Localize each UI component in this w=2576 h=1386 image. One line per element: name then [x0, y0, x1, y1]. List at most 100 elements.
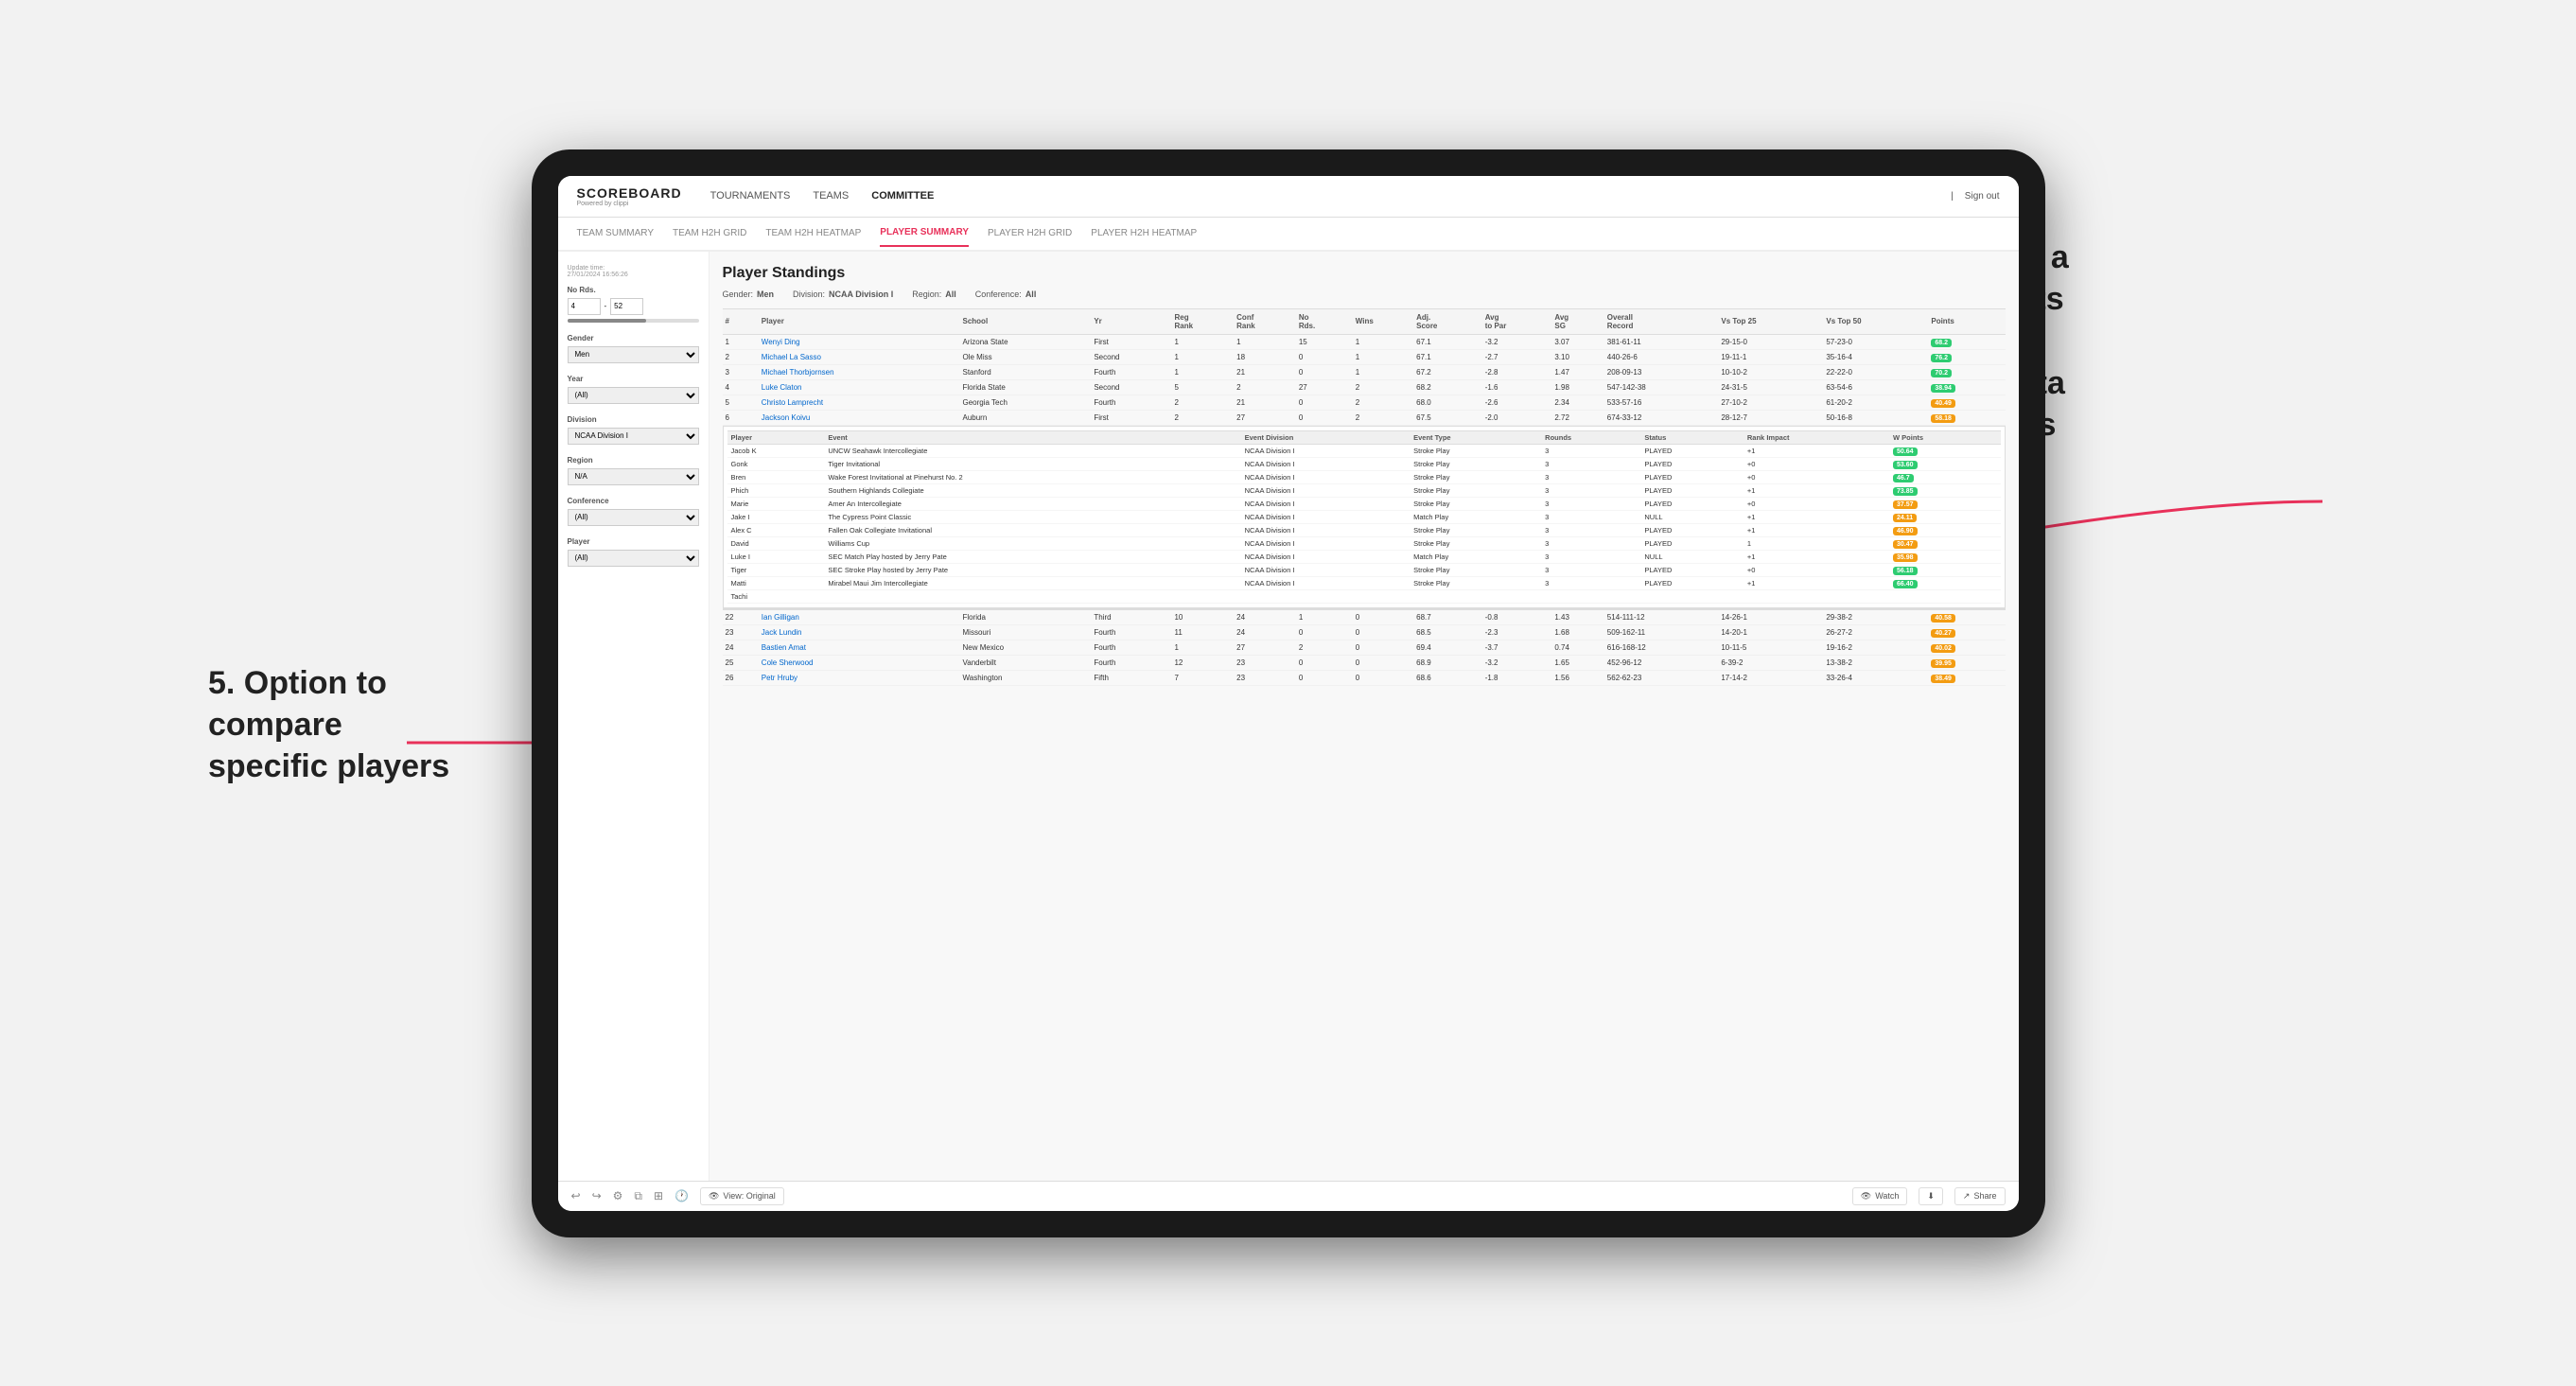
table-row: 24 Bastien Amat New MexicoFourth 12720 6…: [723, 640, 2006, 655]
table-row: 23 Jack Lundin MissouriFourth 112400 68.…: [723, 624, 2006, 640]
share-icon: ↗: [1963, 1191, 1971, 1202]
filter-region-value: All: [945, 289, 956, 299]
filter-group-rds: No Rds. -: [568, 286, 699, 323]
bottom-bar: ↩ ↪ ⚙ ⧉ ⊞ 🕐 👁 View: Original 👁 Watch ⬇: [558, 1181, 2019, 1211]
cell-points-hover[interactable]: 58.18: [1928, 410, 2005, 425]
filter-division-select[interactable]: NCAA Division I: [568, 428, 699, 445]
top-nav: SCOREBOARD Powered by clippi TOURNAMENTS…: [558, 176, 2019, 218]
filter-group-region: Region N/A: [568, 456, 699, 485]
filter-conference: Conference: All: [975, 289, 1037, 299]
share-dropdown-button[interactable]: ⬇: [1919, 1187, 1943, 1205]
grid-icon[interactable]: ⊞: [654, 1189, 663, 1202]
col-num: #: [723, 308, 759, 334]
filter-region: Region: All: [912, 289, 956, 299]
col-conf-rank: ConfRank: [1234, 308, 1296, 334]
settings-icon[interactable]: ⚙: [613, 1189, 623, 1202]
watch-label: Watch: [1875, 1191, 1899, 1201]
col-record: OverallRecord: [1604, 308, 1719, 334]
cell-points[interactable]: 68.2: [1928, 334, 2005, 349]
copy-icon[interactable]: ⧉: [634, 1189, 642, 1203]
watch-icon: 👁: [1861, 1191, 1871, 1202]
redo-icon[interactable]: ↪: [592, 1189, 602, 1202]
filter-division-label: Division:: [793, 289, 825, 299]
nav-committee[interactable]: COMMITTEE: [871, 186, 934, 205]
filter-gender-label: Gender:: [723, 289, 754, 299]
tooltip-data-row: TigerSEC Stroke Play hosted by Jerry Pat…: [727, 563, 2001, 576]
cell-player[interactable]: Wenyi Ding: [759, 334, 960, 349]
tooltip-data-row: Jacob KUNCW Seahawk IntercollegiateNCAA …: [727, 444, 2001, 457]
nav-tournaments[interactable]: TOURNAMENTS: [710, 186, 791, 205]
main-content: Update time: 27/01/2024 16:56:26 No Rds.…: [558, 252, 2019, 1181]
tooltip-data-row: DavidWilliams CupNCAA Division IStroke P…: [727, 536, 2001, 550]
tab-player-h2h-grid[interactable]: PLAYER H2H GRID: [988, 220, 1072, 246]
share-button[interactable]: ↗ Share: [1954, 1187, 2006, 1205]
col-school: School: [960, 308, 1092, 334]
col-vs25: Vs Top 25: [1718, 308, 1823, 334]
tab-player-summary[interactable]: PLAYER SUMMARY: [880, 219, 969, 247]
tooltip-data-row: Alex CFallen Oak Collegiate Invitational…: [727, 523, 2001, 536]
page-title: Player Standings: [723, 265, 2006, 282]
tablet-device: SCOREBOARD Powered by clippi TOURNAMENTS…: [532, 149, 2045, 1237]
filter-bar: Gender: Men Division: NCAA Division I Re…: [723, 289, 2006, 299]
tooltip-data-row: PhichSouthern Highlands CollegiateNCAA D…: [727, 483, 2001, 497]
cell-player[interactable]: Christo Lamprecht: [759, 395, 960, 410]
sign-out-button[interactable]: Sign out: [1965, 191, 2000, 202]
main-nav: TOURNAMENTS TEAMS COMMITTEE: [710, 186, 1952, 205]
tab-team-h2h-grid[interactable]: TEAM H2H GRID: [673, 220, 746, 246]
table-row: 4 Luke Claton Florida StateSecond 52272 …: [723, 379, 2006, 395]
filter-rds-slider[interactable]: [568, 319, 699, 323]
filter-label-rds: No Rds.: [568, 286, 699, 294]
filter-year-select[interactable]: (All): [568, 387, 699, 404]
view-original-button[interactable]: 👁 View: Original: [700, 1187, 784, 1205]
col-reg-rank: RegRank: [1171, 308, 1234, 334]
cell-player[interactable]: Jack Lundin: [759, 624, 960, 640]
nav-teams[interactable]: TEAMS: [813, 186, 849, 205]
col-yr: Yr: [1091, 308, 1171, 334]
tooltip-data-row: Luke ISEC Match Play hosted by Jerry Pat…: [727, 550, 2001, 563]
tab-team-summary[interactable]: TEAM SUMMARY: [577, 220, 655, 246]
table-row: 25 Cole Sherwood VanderbiltFourth 122300…: [723, 655, 2006, 670]
table-row: 3 Michael Thorbjornsen StanfordFourth 12…: [723, 364, 2006, 379]
divider: |: [1951, 191, 1954, 202]
update-time: Update time: 27/01/2024 16:56:26: [568, 265, 699, 278]
filters-panel: Update time: 27/01/2024 16:56:26 No Rds.…: [558, 252, 710, 1181]
cell-player[interactable]: Michael La Sasso: [759, 349, 960, 364]
tab-team-h2h-heatmap[interactable]: TEAM H2H HEATMAP: [765, 220, 861, 246]
col-vs50: Vs Top 50: [1823, 308, 1928, 334]
cell-num: 2: [723, 349, 759, 364]
sub-nav: TEAM SUMMARY TEAM H2H GRID TEAM H2H HEAT…: [558, 218, 2019, 252]
cell-player[interactable]: Cole Sherwood: [759, 655, 960, 670]
tooltip-data-row: Jake IThe Cypress Point ClassicNCAA Divi…: [727, 510, 2001, 523]
filter-division-value: NCAA Division I: [829, 289, 893, 299]
cell-player[interactable]: Michael Thorbjornsen: [759, 364, 960, 379]
filter-rds-min[interactable]: [568, 298, 601, 315]
filter-label-player: Player: [568, 537, 699, 546]
cell-vs50: 57-23-0: [1823, 334, 1928, 349]
cell-num: 1: [723, 334, 759, 349]
clock-icon[interactable]: 🕐: [675, 1189, 689, 1202]
filter-group-year: Year (All): [568, 375, 699, 404]
tooltip-row: Player Event Event Division Event Type R…: [723, 425, 2006, 609]
cell-player[interactable]: Luke Claton: [759, 379, 960, 395]
filter-conference-select[interactable]: (All): [568, 509, 699, 526]
watch-button[interactable]: 👁 Watch: [1852, 1187, 1908, 1205]
filter-gender-select[interactable]: Men: [568, 346, 699, 363]
filter-rds-max[interactable]: [610, 298, 643, 315]
undo-icon[interactable]: ↩: [571, 1189, 581, 1202]
filter-division: Division: NCAA Division I: [793, 289, 893, 299]
cell-adj-score: 67.1: [1413, 334, 1482, 349]
logo-area: SCOREBOARD Powered by clippi: [577, 185, 682, 207]
cell-school: Arizona State: [960, 334, 1092, 349]
cell-player[interactable]: Jackson Koivu: [759, 410, 960, 425]
cell-player[interactable]: Ian Gilligan: [759, 609, 960, 625]
cell-player[interactable]: Bastien Amat: [759, 640, 960, 655]
tab-player-h2h-heatmap[interactable]: PLAYER H2H HEATMAP: [1091, 220, 1197, 246]
table-row: 6 Jackson Koivu AuburnFirst 22702 67.5-2…: [723, 410, 2006, 425]
cell-player[interactable]: Petr Hruby: [759, 670, 960, 685]
filter-group-division: Division NCAA Division I: [568, 415, 699, 445]
filter-conference-label: Conference:: [975, 289, 1022, 299]
table-row: 2 Michael La Sasso Ole Miss Second 11801…: [723, 349, 2006, 364]
filter-player-select[interactable]: (All): [568, 550, 699, 567]
filter-region-select[interactable]: N/A: [568, 468, 699, 485]
cell-reg-rank: 1: [1171, 334, 1234, 349]
